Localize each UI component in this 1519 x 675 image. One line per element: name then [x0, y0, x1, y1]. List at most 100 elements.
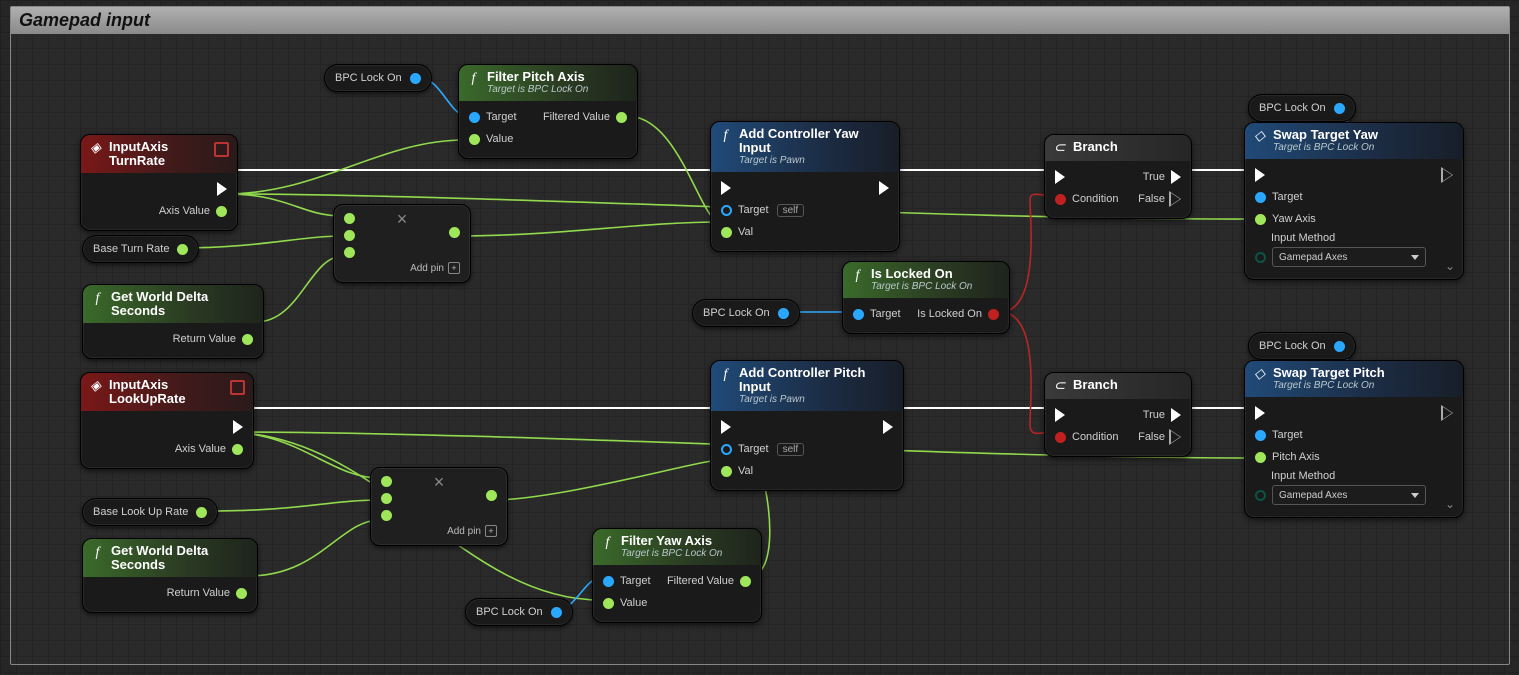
pin-target[interactable]: [721, 205, 732, 216]
var-bpc-lock-on[interactable]: BPC Lock On: [1248, 94, 1356, 122]
pin-out[interactable]: [486, 490, 497, 501]
pin-out-object[interactable]: [1334, 341, 1345, 352]
chevron-down-icon: [1411, 255, 1419, 260]
pin-target[interactable]: [721, 444, 732, 455]
node-swap-target-yaw[interactable]: ◇ Swap Target Yaw Target is BPC Lock On …: [1244, 122, 1464, 280]
function-icon: f: [718, 128, 733, 143]
pin-input-method[interactable]: [1255, 490, 1266, 501]
function-icon: ◇: [1252, 367, 1267, 382]
comment-title[interactable]: Gamepad input: [11, 7, 1509, 34]
pin-in-b[interactable]: [344, 230, 355, 241]
var-bpc-lock-on[interactable]: BPC Lock On: [692, 299, 800, 327]
pin-exec-out[interactable]: [1443, 406, 1453, 420]
pin-exec-out[interactable]: [1443, 168, 1453, 182]
chevron-down-icon: [1411, 493, 1419, 498]
expand-arrow-icon[interactable]: ⌄: [1445, 259, 1455, 273]
pin-target[interactable]: [603, 576, 614, 587]
input-method-dropdown[interactable]: Gamepad Axes: [1272, 247, 1426, 267]
pin-target[interactable]: [853, 309, 864, 320]
branch-icon: ⊂: [1052, 379, 1067, 394]
var-bpc-lock-on[interactable]: BPC Lock On: [465, 598, 573, 626]
expand-arrow-icon[interactable]: ⌄: [1445, 497, 1455, 511]
node-inputaxis-turnrate[interactable]: ◈ InputAxis TurnRate Axis Value: [80, 134, 238, 231]
branch-icon: ⊂: [1052, 141, 1067, 156]
var-base-turn-rate[interactable]: Base Turn Rate: [82, 235, 199, 263]
pin-out-float[interactable]: [196, 507, 207, 518]
pin-in-a[interactable]: [344, 213, 355, 224]
pin-value[interactable]: [469, 134, 480, 145]
function-icon: f: [600, 535, 615, 550]
pin-exec-in[interactable]: [1255, 168, 1265, 182]
pin-return-value[interactable]: [236, 588, 247, 599]
pin-axis-value[interactable]: [232, 444, 243, 455]
node-get-world-delta-seconds[interactable]: f Get World Delta Seconds Return Value: [82, 538, 258, 613]
pin-in-c[interactable]: [344, 247, 355, 258]
pin-target[interactable]: [1255, 192, 1266, 203]
node-filter-yaw-axis[interactable]: f Filter Yaw Axis Target is BPC Lock On …: [592, 528, 762, 623]
pin-input-method[interactable]: [1255, 252, 1266, 263]
node-branch[interactable]: ⊂ Branch Condition True False: [1044, 134, 1192, 219]
node-inputaxis-lookuprate[interactable]: ◈ InputAxis LookUpRate Axis Value: [80, 372, 254, 469]
node-swap-target-pitch[interactable]: ◇ Swap Target Pitch Target is BPC Lock O…: [1244, 360, 1464, 518]
pin-in-c[interactable]: [381, 510, 392, 521]
pin-is-locked-on[interactable]: [988, 309, 999, 320]
multiply-icon: ×: [434, 476, 445, 521]
pin-filtered-value[interactable]: [616, 112, 627, 123]
function-icon: f: [850, 268, 865, 283]
pin-false[interactable]: [1171, 430, 1181, 444]
pin-out-float[interactable]: [177, 244, 188, 255]
event-icon: ◈: [88, 141, 103, 156]
pin-exec-in[interactable]: [1055, 170, 1065, 184]
function-icon: f: [718, 367, 733, 382]
pin-exec-out[interactable]: [217, 182, 227, 196]
pin-yaw-axis[interactable]: [1255, 214, 1266, 225]
pin-false[interactable]: [1171, 192, 1181, 206]
pin-out[interactable]: [449, 227, 460, 238]
pin-exec-out[interactable]: [233, 420, 243, 434]
var-bpc-lock-on[interactable]: BPC Lock On: [324, 64, 432, 92]
add-pin-button[interactable]: Add pin+: [344, 262, 460, 274]
pin-pitch-axis[interactable]: [1255, 452, 1266, 463]
pin-target[interactable]: [469, 112, 480, 123]
node-multiply[interactable]: × Add pin+: [370, 467, 508, 546]
node-add-controller-yaw-input[interactable]: f Add Controller Yaw Input Target is Paw…: [710, 121, 900, 252]
input-method-dropdown[interactable]: Gamepad Axes: [1272, 485, 1426, 505]
pin-out-object[interactable]: [778, 308, 789, 319]
node-multiply[interactable]: × Add pin+: [333, 204, 471, 283]
pin-target[interactable]: [1255, 430, 1266, 441]
var-base-look-up-rate[interactable]: Base Look Up Rate: [82, 498, 218, 526]
node-is-locked-on[interactable]: f Is Locked On Target is BPC Lock On Tar…: [842, 261, 1010, 334]
pin-condition[interactable]: [1055, 432, 1066, 443]
var-bpc-lock-on[interactable]: BPC Lock On: [1248, 332, 1356, 360]
pin-exec-in[interactable]: [721, 181, 731, 195]
pin-val[interactable]: [721, 227, 732, 238]
pin-value[interactable]: [603, 598, 614, 609]
pin-out-object[interactable]: [1334, 103, 1345, 114]
multiply-icon: ×: [397, 213, 408, 258]
pin-condition[interactable]: [1055, 194, 1066, 205]
pin-in-a[interactable]: [381, 476, 392, 487]
pin-true[interactable]: [1171, 170, 1181, 184]
pin-out-object[interactable]: [551, 607, 562, 618]
pin-exec-out[interactable]: [883, 420, 893, 434]
add-pin-button[interactable]: Add pin+: [381, 525, 497, 537]
event-icon: ◈: [88, 379, 103, 394]
breakpoint-icon[interactable]: [214, 142, 229, 157]
node-filter-pitch-axis[interactable]: f Filter Pitch Axis Target is BPC Lock O…: [458, 64, 638, 159]
pin-out-object[interactable]: [410, 73, 421, 84]
pin-return-value[interactable]: [242, 334, 253, 345]
node-get-world-delta-seconds[interactable]: f Get World Delta Seconds Return Value: [82, 284, 264, 359]
pin-exec-in[interactable]: [1055, 408, 1065, 422]
pin-exec-in[interactable]: [721, 420, 731, 434]
pin-in-b[interactable]: [381, 493, 392, 504]
pin-exec-in[interactable]: [1255, 406, 1265, 420]
pin-val[interactable]: [721, 466, 732, 477]
node-add-controller-pitch-input[interactable]: f Add Controller Pitch Input Target is P…: [710, 360, 904, 491]
breakpoint-icon[interactable]: [230, 380, 245, 395]
pin-exec-out[interactable]: [879, 181, 889, 195]
function-icon: f: [90, 545, 105, 560]
pin-filtered-value[interactable]: [740, 576, 751, 587]
pin-true[interactable]: [1171, 408, 1181, 422]
node-branch[interactable]: ⊂ Branch Condition True False: [1044, 372, 1192, 457]
pin-axis-value[interactable]: [216, 206, 227, 217]
